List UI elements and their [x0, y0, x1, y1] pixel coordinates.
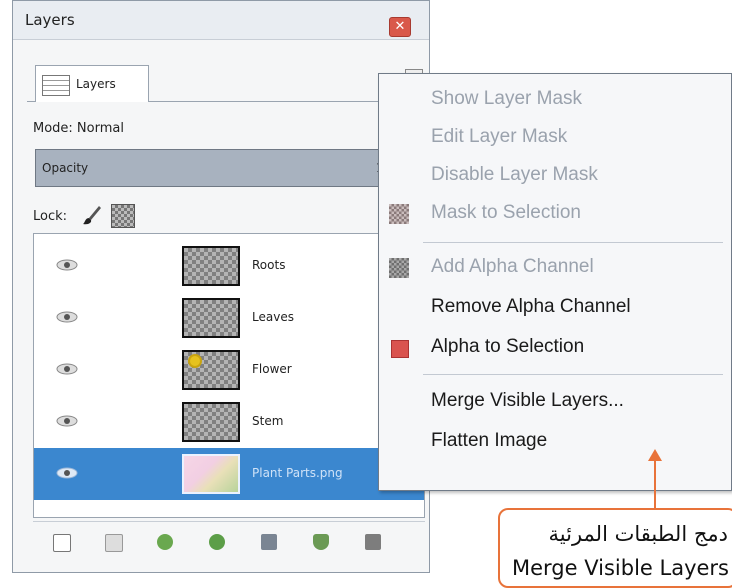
mask-selection-icon — [389, 204, 409, 224]
layer-thumbnail — [182, 454, 240, 494]
duplicate-layer-icon[interactable] — [261, 534, 277, 550]
callout-arabic-text: دمج الطبقات المرئية — [548, 522, 729, 546]
callout-arrow-line — [654, 460, 656, 510]
layer-name: Flower — [252, 362, 292, 376]
anchor-icon[interactable] — [313, 534, 329, 550]
layer-thumbnail — [182, 402, 240, 442]
layer-row-flower[interactable]: Flower — [34, 344, 424, 396]
mode-selector[interactable]: Mode: Normal — [33, 121, 124, 136]
menu-item-remove-alpha-channel[interactable]: Remove Alpha Channel — [379, 290, 731, 326]
menu-item-label: Remove Alpha Channel — [431, 296, 631, 317]
layer-list: Roots Leaves Flower Stem Plant Parts.png — [33, 233, 425, 518]
menu-item-merge-visible-layers[interactable]: Merge Visible Layers... — [379, 384, 731, 420]
menu-item-label: Edit Layer Mask — [431, 126, 568, 147]
layer-context-menu: Show Layer Mask Edit Layer Mask Disable … — [378, 73, 732, 491]
close-button[interactable]: ✕ — [389, 17, 411, 37]
menu-item-disable-layer-mask[interactable]: Disable Layer Mask — [379, 158, 731, 194]
layer-name: Plant Parts.png — [252, 466, 343, 480]
menu-item-show-layer-mask[interactable]: Show Layer Mask — [379, 82, 731, 118]
menu-item-mask-to-selection[interactable]: Mask to Selection — [379, 196, 731, 232]
layer-name: Roots — [252, 258, 286, 272]
visibility-eye-icon[interactable] — [56, 310, 78, 324]
callout-box: دمج الطبقات المرئية Merge Visible Layers — [498, 508, 732, 588]
layers-dialog: Layers ✕ Layers Mode: Normal Opacity 100… — [12, 0, 430, 573]
menu-item-flatten-image[interactable]: Flatten Image — [379, 424, 731, 460]
alpha-channel-icon — [389, 258, 409, 278]
lock-pixels-brush-icon[interactable] — [81, 204, 103, 226]
new-layer-icon[interactable] — [53, 534, 71, 552]
menu-item-edit-layer-mask[interactable]: Edit Layer Mask — [379, 120, 731, 156]
layer-row-roots[interactable]: Roots — [34, 240, 424, 292]
menu-item-label: Flatten Image — [431, 430, 548, 451]
layer-thumbnail — [182, 350, 240, 390]
layer-name: Stem — [252, 414, 284, 428]
menu-item-label: Show Layer Mask — [431, 88, 583, 109]
opacity-label: Opacity — [42, 161, 89, 175]
visibility-eye-icon[interactable] — [56, 362, 78, 376]
raise-layer-icon[interactable] — [157, 534, 173, 550]
menu-item-label: Alpha to Selection — [431, 336, 585, 357]
lock-alpha-icon[interactable] — [111, 204, 135, 228]
menu-item-label: Disable Layer Mask — [431, 164, 598, 185]
dock-tabstrip: Layers — [27, 59, 427, 102]
layers-tab-icon — [42, 75, 70, 96]
layer-thumbnail — [182, 246, 240, 286]
visibility-eye-icon[interactable] — [56, 414, 78, 428]
menu-item-label: Add Alpha Channel — [431, 256, 594, 277]
layer-thumbnail — [182, 298, 240, 338]
dialog-titlebar[interactable]: Layers ✕ — [13, 1, 429, 40]
tab-label: Layers — [76, 77, 116, 91]
menu-item-add-alpha-channel[interactable]: Add Alpha Channel — [379, 250, 731, 286]
layer-group-icon[interactable] — [105, 534, 123, 552]
opacity-slider[interactable]: Opacity 100 — [35, 149, 425, 187]
delete-layer-icon[interactable] — [365, 534, 381, 550]
menu-item-alpha-to-selection[interactable]: Alpha to Selection — [379, 330, 731, 366]
layer-row-stem[interactable]: Stem — [34, 396, 424, 448]
alpha-selection-icon — [391, 340, 409, 358]
layer-row-plant-parts[interactable]: Plant Parts.png — [34, 448, 424, 500]
menu-separator — [423, 242, 723, 243]
menu-item-label: Mask to Selection — [431, 202, 581, 223]
lock-label: Lock: — [33, 209, 68, 224]
layer-row-leaves[interactable]: Leaves — [34, 292, 424, 344]
menu-separator — [423, 374, 723, 375]
menu-item-label: Merge Visible Layers... — [431, 390, 624, 411]
lower-layer-icon[interactable] — [209, 534, 225, 550]
dialog-title: Layers — [25, 11, 75, 29]
callout-english-text: Merge Visible Layers — [512, 556, 729, 580]
tab-layers[interactable]: Layers — [35, 65, 149, 102]
layer-actions-bar — [33, 521, 425, 562]
visibility-eye-icon[interactable] — [56, 258, 78, 272]
visibility-eye-icon[interactable] — [56, 466, 78, 480]
layer-name: Leaves — [252, 310, 294, 324]
